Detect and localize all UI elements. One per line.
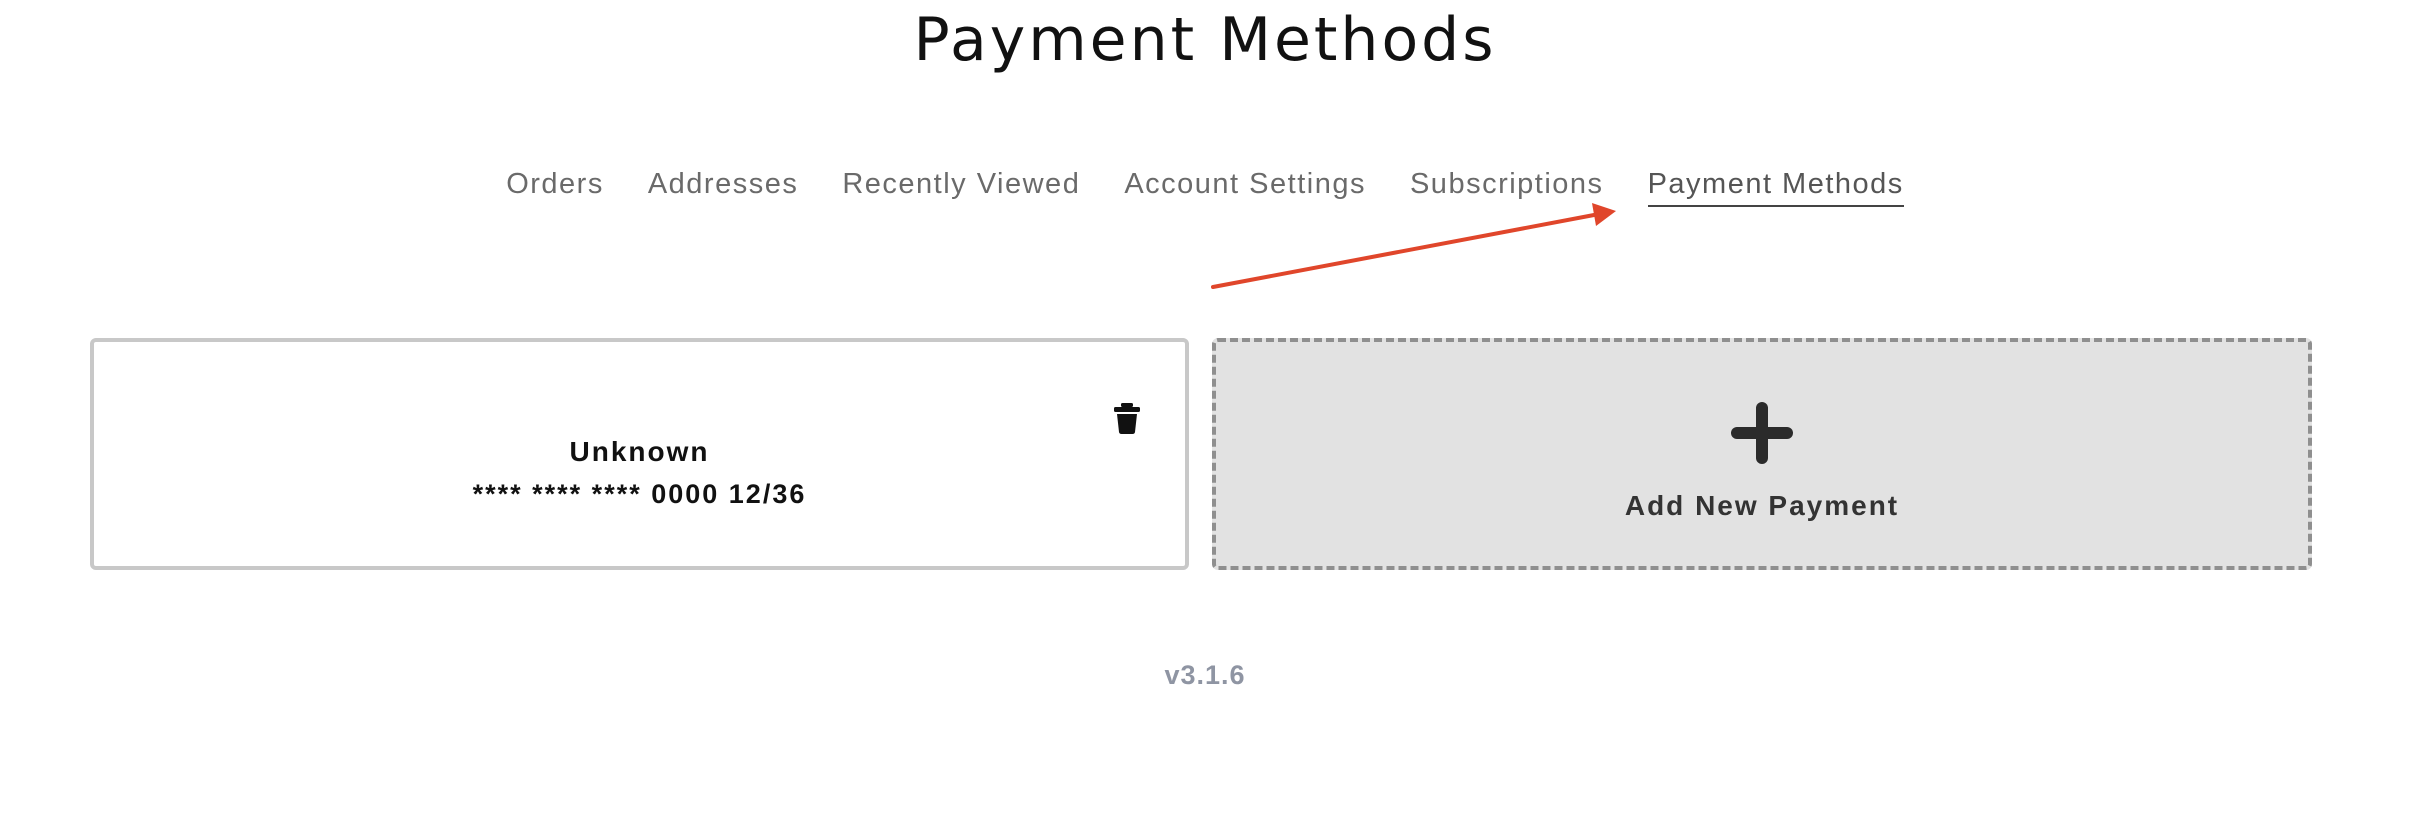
nav-link-account-settings[interactable]: Account Settings bbox=[1124, 168, 1366, 207]
nav-link-addresses[interactable]: Addresses bbox=[648, 168, 799, 207]
annotation-arrow-line bbox=[1211, 213, 1596, 289]
page-title: Payment Methods bbox=[913, 5, 1497, 75]
account-nav: Orders Addresses Recently Viewed Account… bbox=[0, 168, 2410, 207]
payment-card-details: Unknown **** **** **** 0000 12/36 bbox=[94, 434, 1185, 512]
plus-icon bbox=[1731, 402, 1793, 464]
payment-card: Unknown **** **** **** 0000 12/36 bbox=[90, 338, 1189, 570]
nav-link-recently-viewed[interactable]: Recently Viewed bbox=[842, 168, 1080, 207]
nav-link-subscriptions[interactable]: Subscriptions bbox=[1410, 168, 1604, 207]
add-new-payment-label: Add New Payment bbox=[1624, 490, 1900, 521]
card-brand: Unknown bbox=[569, 436, 710, 467]
add-new-payment-button[interactable]: Add New Payment bbox=[1212, 338, 2312, 570]
trash-icon[interactable] bbox=[1113, 402, 1141, 434]
card-number-expiry: **** **** **** 0000 12/36 bbox=[472, 479, 807, 509]
payment-methods-page: Payment Methods Orders Addresses Recentl… bbox=[0, 0, 2410, 834]
payment-cards: Unknown **** **** **** 0000 12/36 Add Ne… bbox=[90, 338, 2312, 570]
nav-link-orders[interactable]: Orders bbox=[506, 168, 604, 207]
version-label: v3.1.6 bbox=[1164, 660, 1246, 690]
nav-link-payment-methods[interactable]: Payment Methods bbox=[1647, 168, 1904, 207]
